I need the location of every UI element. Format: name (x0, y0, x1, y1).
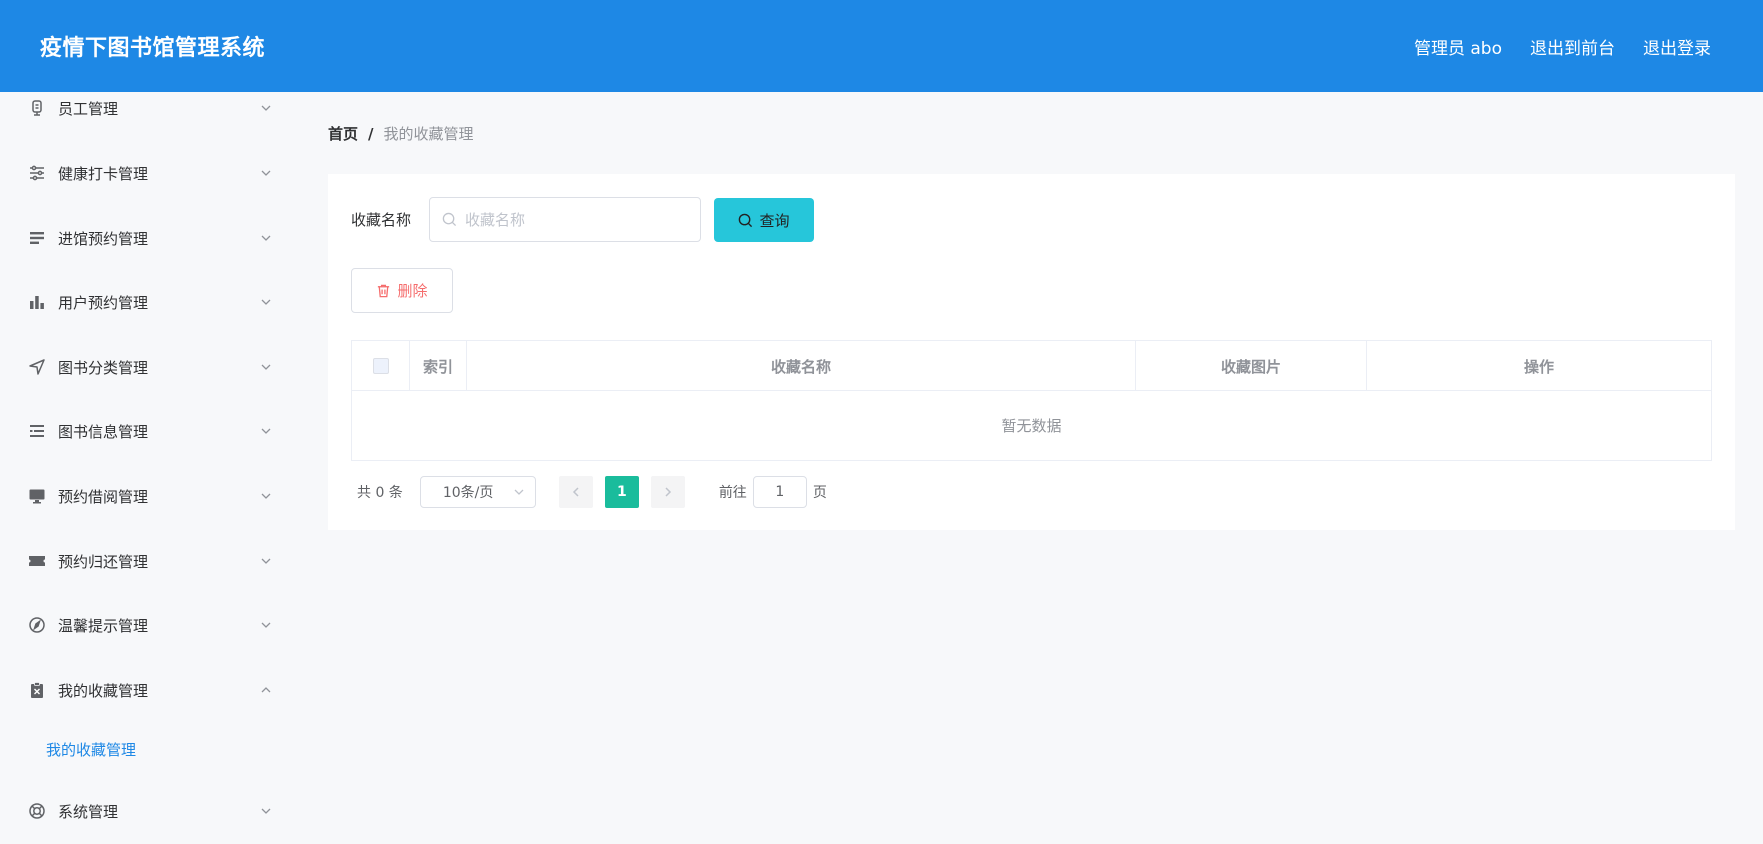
sidebar-item-label: 员工管理 (58, 99, 119, 118)
sidebar-item-employee[interactable]: 员工管理 (0, 92, 300, 132)
sidebar-item-reserve-borrow[interactable]: 预约借阅管理 (0, 472, 300, 520)
select-all-checkbox[interactable] (372, 358, 389, 374)
sidebar-item-label: 预约借阅管理 (58, 487, 149, 506)
header-actions: 管理员 abo 退出到前台 退出登录 (1414, 34, 1711, 59)
next-page-button[interactable] (650, 476, 685, 508)
sidebar-item-reserve-return[interactable]: 预约归还管理 (0, 537, 300, 585)
exit-to-front-link[interactable]: 退出到前台 (1530, 34, 1615, 59)
chevron-up-icon (260, 682, 272, 694)
delete-button[interactable]: 删除 (351, 268, 453, 313)
favorites-table: 索引 收藏名称 收藏图片 操作 暂无数据 (351, 340, 1712, 461)
lifebuoy-icon (28, 802, 46, 820)
sidebar-item-book-category[interactable]: 图书分类管理 (0, 343, 300, 391)
column-header-index: 索引 (410, 341, 467, 391)
chevron-down-icon (260, 803, 272, 815)
logout-link[interactable]: 退出登录 (1643, 34, 1711, 59)
clipboard-x-icon (28, 681, 46, 699)
search-label: 收藏名称 (351, 211, 412, 229)
chevron-down-icon (514, 489, 524, 495)
column-header-name: 收藏名称 (467, 341, 1136, 391)
list-icon (28, 229, 46, 247)
query-button-label: 查询 (759, 212, 790, 230)
pagination-total: 共 0 条 (357, 485, 403, 501)
column-header-actions: 操作 (1523, 357, 1554, 376)
sidebar-item-health-checkin[interactable]: 健康打卡管理 (0, 149, 300, 197)
chevron-down-icon (260, 359, 272, 371)
chevron-down-icon (260, 488, 272, 500)
page-size-value: 10条/页 (442, 485, 494, 501)
sliders-icon (28, 164, 46, 182)
breadcrumb: 首页 / 我的收藏管理 (328, 123, 474, 144)
delete-button-label: 删除 (397, 283, 428, 300)
chevron-down-icon (260, 230, 272, 242)
current-user[interactable]: 管理员 abo (1414, 34, 1502, 59)
content-panel: 收藏名称 查询 删除 索引 收藏名称 收藏图片 操作 暂无数据 共 0 条 10… (328, 174, 1735, 530)
sidebar-item-book-info[interactable]: 图书信息管理 (0, 407, 300, 455)
goto-suffix: 页 (812, 485, 827, 501)
goto-label: 前往 (718, 485, 747, 501)
search-input[interactable] (465, 210, 685, 229)
sidebar-item-user-reservation[interactable]: 用户预约管理 (0, 278, 300, 326)
sidebar-item-system[interactable]: 系统管理 (0, 787, 300, 835)
compass-icon (28, 616, 46, 634)
pagination: 共 0 条 10条/页 1 前往 页 (357, 476, 827, 508)
list-indent-icon (28, 422, 46, 440)
monitor-icon (28, 487, 46, 505)
chevron-down-icon (260, 165, 272, 177)
chevron-left-icon (572, 487, 579, 497)
sidebar-item-my-favorites[interactable]: 我的收藏管理 (0, 666, 300, 714)
sidebar-item-tips[interactable]: 温馨提示管理 (0, 601, 300, 649)
sidebar-item-label: 进馆预约管理 (58, 229, 149, 248)
sidebar: 员工管理 健康打卡管理 进馆预约管理 用户预约管理 图书分类管理 图书信息管理 (0, 92, 300, 844)
trash-icon (378, 284, 390, 298)
employee-icon (28, 99, 46, 117)
bar-chart-icon (28, 293, 46, 311)
breadcrumb-separator: / (368, 124, 374, 143)
table-header: 索引 收藏名称 收藏图片 操作 (352, 341, 1711, 391)
ticket-icon (28, 552, 46, 570)
search-icon (442, 212, 457, 227)
search-icon (739, 213, 753, 227)
sidebar-item-label: 图书信息管理 (58, 422, 149, 441)
page-number-current[interactable]: 1 (604, 476, 639, 508)
breadcrumb-home[interactable]: 首页 (328, 123, 358, 144)
sidebar-item-label: 用户预约管理 (58, 293, 149, 312)
chevron-down-icon (260, 423, 272, 435)
breadcrumb-current: 我的收藏管理 (383, 125, 474, 143)
column-header-image: 收藏图片 (1136, 341, 1367, 391)
query-button[interactable]: 查询 (714, 198, 814, 242)
prev-page-button[interactable] (558, 476, 593, 508)
app-title: 疫情下图书馆管理系统 (40, 36, 266, 61)
page-size-select[interactable]: 10条/页 (419, 476, 536, 508)
sidebar-item-label: 系统管理 (58, 802, 119, 821)
top-header: 疫情下图书馆管理系统 管理员 abo 退出到前台 退出登录 (0, 0, 1763, 92)
sidebar-item-label: 我的收藏管理 (58, 681, 149, 700)
chevron-down-icon (260, 617, 272, 629)
table-empty-text: 暂无数据 (1001, 417, 1062, 435)
chevron-down-icon (260, 294, 272, 306)
chevron-right-icon (665, 487, 671, 497)
goto-page-input[interactable] (752, 476, 807, 508)
sidebar-subitem-my-favorites[interactable]: 我的收藏管理 (0, 725, 300, 773)
sidebar-item-entry-reservation[interactable]: 进馆预约管理 (0, 214, 300, 262)
sidebar-item-label: 健康打卡管理 (58, 164, 149, 183)
navigation-icon (28, 358, 46, 376)
sidebar-item-label: 预约归还管理 (58, 552, 149, 571)
chevron-down-icon (260, 553, 272, 565)
chevron-down-icon (260, 100, 272, 112)
search-field[interactable] (429, 197, 701, 242)
select-all-cell (352, 341, 410, 391)
sidebar-item-label: 图书分类管理 (58, 358, 149, 377)
sidebar-item-label: 温馨提示管理 (58, 616, 149, 635)
